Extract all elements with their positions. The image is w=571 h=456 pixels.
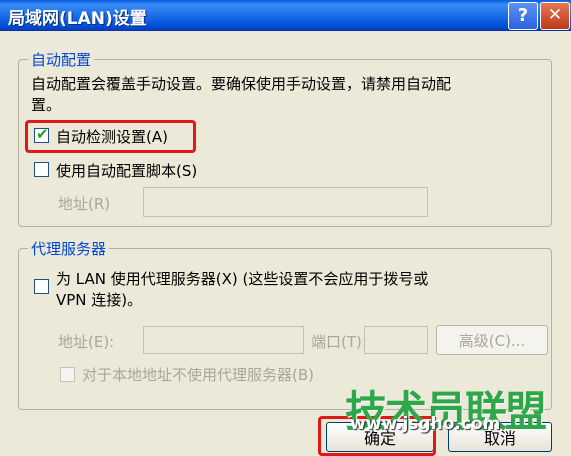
- proxy-address-label: 地址(E):: [58, 333, 115, 351]
- auto-config-script-label[interactable]: 使用自动配置脚本(S): [56, 160, 197, 181]
- proxy-port-label: 端口(T):: [311, 333, 367, 351]
- auto-config-group-label: 自动配置: [28, 49, 95, 70]
- auto-config-description-line2: 置。: [31, 96, 62, 114]
- proxy-port-input[interactable]: [364, 326, 428, 354]
- script-address-label: 地址(R): [58, 195, 111, 213]
- bypass-local-checkbox[interactable]: [60, 367, 75, 382]
- auto-config-description-line1: 自动配置会覆盖手动设置。要确保使用手动设置，请禁用自动配: [31, 75, 452, 93]
- auto-detect-label[interactable]: 自动检测设置(A): [56, 126, 168, 147]
- title-bar[interactable]: 局域网(LAN)设置 ? ✕: [0, 0, 571, 31]
- close-icon: ✕: [547, 5, 563, 25]
- advanced-button[interactable]: 高级(C)...: [436, 325, 548, 355]
- proxy-group-label: 代理服务器: [28, 238, 110, 259]
- advanced-button-label: 高级(C)...: [458, 332, 526, 350]
- auto-config-script-checkbox[interactable]: [34, 162, 49, 177]
- auto-detect-checkbox[interactable]: ✔: [34, 125, 49, 143]
- checkmark-icon: ✔: [36, 125, 49, 143]
- use-proxy-checkbox[interactable]: [34, 279, 49, 294]
- use-proxy-label-line2[interactable]: VPN 连接)。: [56, 289, 142, 310]
- watermark-url: www.jsgho.com: [350, 414, 501, 434]
- close-button[interactable]: ✕: [540, 2, 570, 30]
- help-button[interactable]: ?: [508, 2, 538, 30]
- script-address-input[interactable]: [143, 187, 428, 217]
- use-proxy-label-line1[interactable]: 为 LAN 使用代理服务器(X) (这些设置不会应用于拨号或: [56, 268, 428, 289]
- bypass-local-label[interactable]: 对于本地地址不使用代理服务器(B): [82, 364, 314, 385]
- window-title: 局域网(LAN)设置: [8, 9, 147, 29]
- help-icon: ?: [517, 5, 529, 26]
- proxy-address-input[interactable]: [143, 326, 304, 354]
